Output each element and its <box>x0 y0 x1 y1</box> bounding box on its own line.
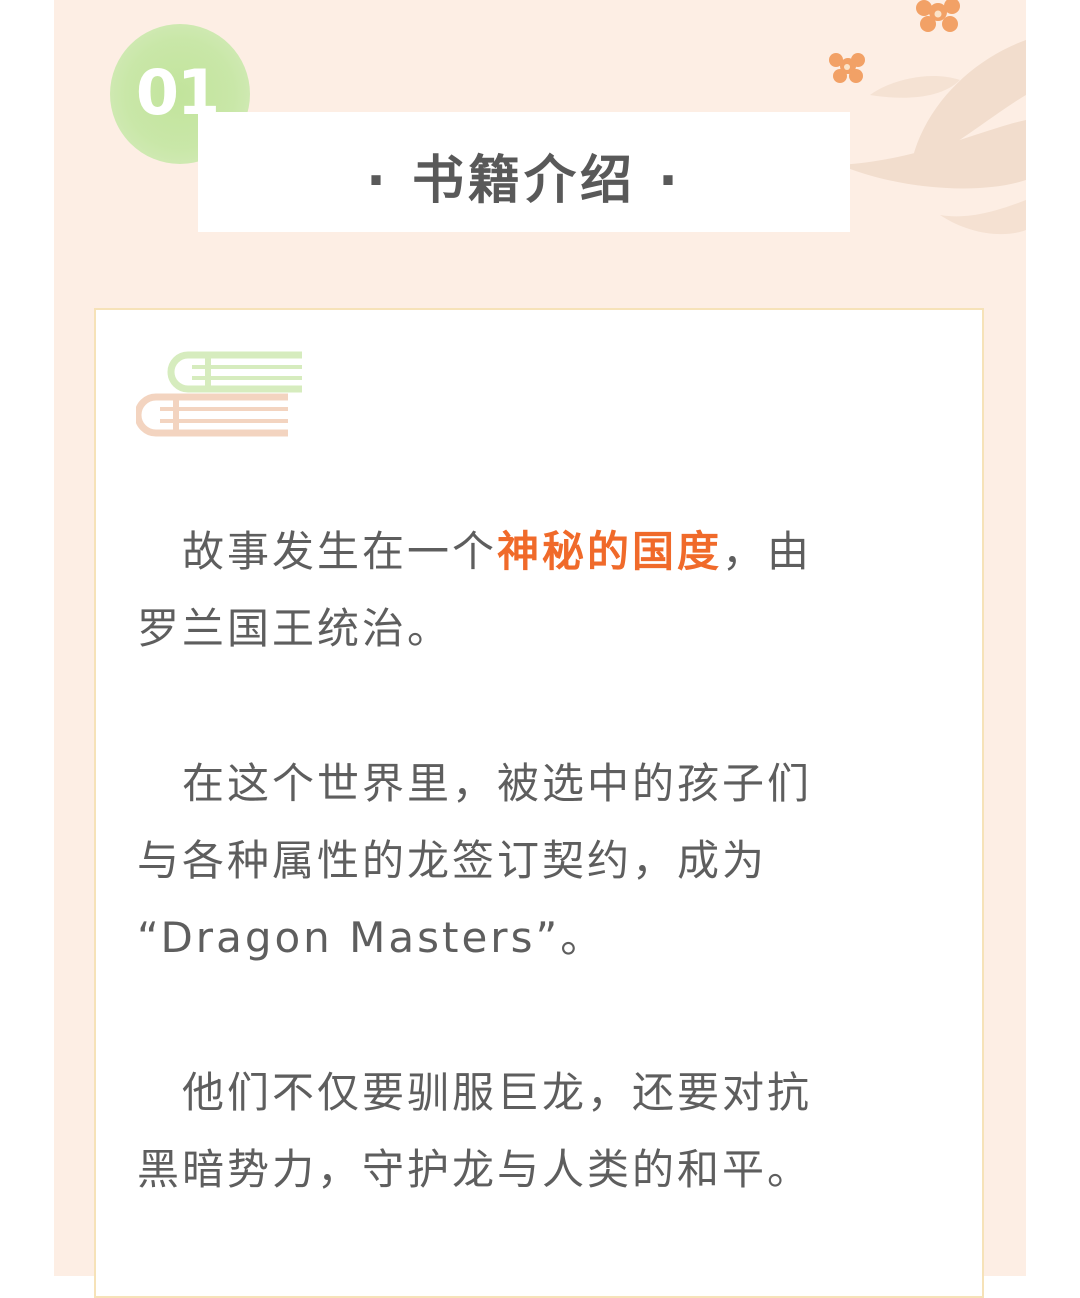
paragraph-line: 与各种属性的龙签订契约，成为 <box>137 836 768 885</box>
highlight-text: 神秘的国度 <box>497 527 723 576</box>
paragraph-1: 故事发生在一个神秘的国度，由 罗兰国王统治。 <box>137 513 907 667</box>
book-bottom <box>136 393 288 437</box>
section-title-box: · 书籍介绍 · <box>198 112 850 232</box>
paragraph-line: 黑暗势力，守护龙与人类的和平。 <box>137 1145 813 1194</box>
leaf-shape <box>870 75 960 98</box>
section-title: · 书籍介绍 · <box>366 150 682 211</box>
paragraph-line: 罗兰国王统治。 <box>137 604 453 653</box>
flower-petal <box>916 0 932 16</box>
flower-petal <box>942 16 958 32</box>
paragraph-line: 他们不仅要驯服巨龙，还要对抗 <box>137 1068 813 1117</box>
text-run: 故事发生在一个 <box>137 527 498 576</box>
flower-center <box>844 64 850 70</box>
flower-center <box>934 10 942 18</box>
paragraph-2: 在这个世界里，被选中的孩子们 与各种属性的龙签订契约，成为 “Dragon Ma… <box>137 745 907 976</box>
flower-petal <box>851 53 865 67</box>
book-top <box>167 351 302 393</box>
leaf-shape <box>940 200 1026 235</box>
flower-petal <box>833 69 847 83</box>
book-stack-icon <box>136 351 302 437</box>
paragraph-line: 在这个世界里，被选中的孩子们 <box>137 759 813 808</box>
paragraph-line: 故事发生在一个神秘的国度，由 <box>137 513 907 590</box>
flower-petal <box>920 16 936 32</box>
flower-petal <box>849 69 863 83</box>
paragraph-line: “Dragon Masters”。 <box>137 913 606 962</box>
paragraph-3: 他们不仅要驯服巨龙，还要对抗 黑暗势力，守护龙与人类的和平。 <box>137 1054 907 1208</box>
text-run: ，由 <box>722 527 813 576</box>
flower-petal <box>829 53 843 67</box>
